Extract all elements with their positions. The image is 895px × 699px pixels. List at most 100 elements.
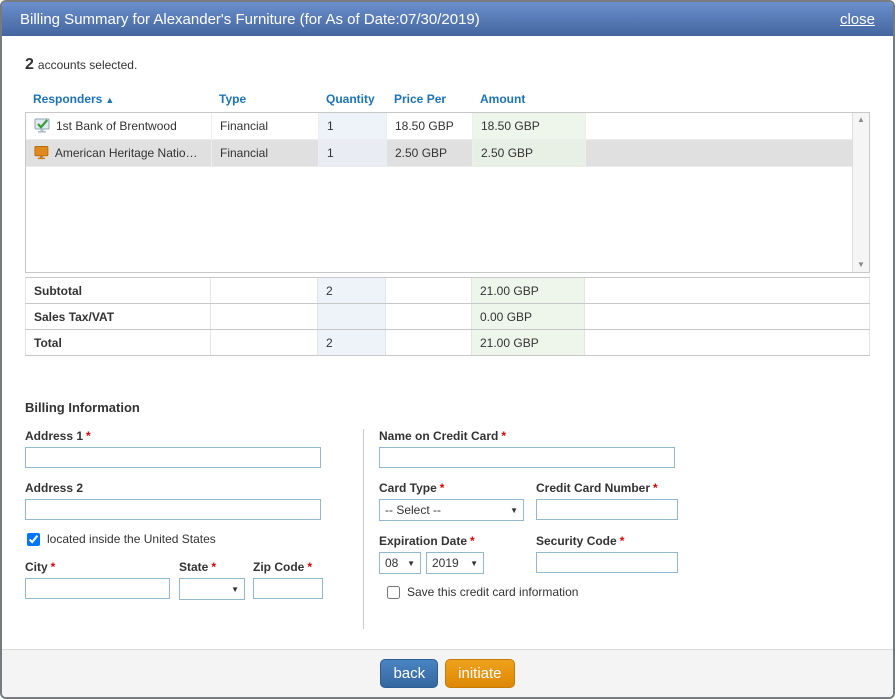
total-row: Total 2 21.00 GBP — [25, 330, 870, 356]
responder-name: American Heritage National ... — [55, 146, 203, 160]
card-type-select[interactable]: -- Select -- ▼ — [379, 499, 524, 521]
table-row[interactable]: 1st Bank of Brentwood Financial 1 18.50 … — [26, 113, 869, 140]
responder-name: 1st Bank of Brentwood — [56, 119, 177, 133]
chevron-down-icon: ▼ — [231, 585, 239, 594]
card-type-number-row: Card Type* -- Select -- ▼ Credit Card Nu… — [379, 481, 870, 521]
save-card-row: Save this credit card information — [385, 585, 870, 599]
chevron-down-icon: ▼ — [510, 506, 518, 515]
column-type[interactable]: Type — [211, 88, 318, 112]
table-scroll-area: 1st Bank of Brentwood Financial 1 18.50 … — [25, 112, 870, 273]
dialog-title: Billing Summary for Alexander's Furnitur… — [20, 11, 480, 28]
zip-label: Zip Code* — [253, 560, 323, 574]
scroll-down-icon[interactable]: ▼ — [857, 261, 865, 269]
total-amount: 21.00 GBP — [472, 330, 585, 355]
us-checkbox-row: located inside the United States — [25, 532, 343, 546]
empty-cell — [386, 278, 472, 303]
billing-summary-dialog: Billing Summary for Alexander's Furnitur… — [0, 0, 895, 699]
amount-cell: 2.50 GBP — [473, 140, 586, 166]
column-price-per[interactable]: Price Per — [386, 88, 472, 112]
sales-tax-quantity — [318, 304, 386, 329]
empty-cell — [211, 304, 318, 329]
empty-cell — [211, 330, 318, 355]
address1-input[interactable] — [25, 447, 321, 468]
responders-table: Responders▲ Type Quantity Price Per Amou… — [25, 88, 870, 356]
city-input[interactable] — [25, 578, 170, 599]
billing-form: Address 1* Address 2 located inside the … — [25, 429, 870, 629]
close-link[interactable]: close — [840, 11, 875, 28]
address2-input[interactable] — [25, 499, 321, 520]
required-asterisk: * — [440, 481, 445, 495]
state-select[interactable]: ▼ — [179, 578, 245, 600]
empty-cell — [585, 330, 870, 355]
state-label: State* — [179, 560, 245, 574]
empty-cell — [211, 278, 318, 303]
subtotal-label: Subtotal — [25, 278, 211, 303]
chevron-down-icon: ▼ — [407, 559, 415, 568]
save-card-label: Save this credit card information — [407, 585, 578, 599]
required-asterisk: * — [501, 429, 506, 443]
chevron-down-icon: ▼ — [470, 559, 478, 568]
accounts-selected-line: 2 accounts selected. — [25, 56, 870, 74]
card-number-label: Credit Card Number* — [536, 481, 678, 495]
address1-label: Address 1* — [25, 429, 343, 443]
required-asterisk: * — [211, 560, 216, 574]
back-button[interactable]: back — [380, 659, 438, 688]
name-on-card-label: Name on Credit Card* — [379, 429, 870, 443]
quantity-cell: 1 — [319, 140, 387, 166]
empty-cell — [585, 278, 870, 303]
in-network-icon — [34, 118, 50, 134]
dialog-body: 2 accounts selected. Responders▲ Type Qua… — [2, 36, 893, 649]
column-filler — [585, 88, 870, 112]
accounts-count: 2 — [25, 56, 34, 73]
subtotal-amount: 21.00 GBP — [472, 278, 585, 303]
sales-tax-row: Sales Tax/VAT 0.00 GBP — [25, 304, 870, 330]
dialog-footer: back initiate — [2, 649, 893, 697]
expiration-security-row: Expiration Date* 08 ▼ 2019 ▼ — [379, 534, 870, 574]
save-card-checkbox[interactable] — [387, 586, 400, 599]
empty-cell — [585, 304, 870, 329]
responder-cell: 1st Bank of Brentwood — [26, 113, 212, 139]
security-code-input[interactable] — [536, 552, 678, 573]
quantity-cell: 1 — [319, 113, 387, 139]
us-checkbox-label: located inside the United States — [47, 532, 216, 546]
dialog-titlebar: Billing Summary for Alexander's Furnitur… — [2, 2, 893, 36]
expiration-label: Expiration Date* — [379, 534, 524, 548]
expiration-year-select[interactable]: 2019 ▼ — [426, 552, 484, 574]
us-checkbox[interactable] — [27, 533, 40, 546]
table-row[interactable]: American Heritage National ... Financial… — [26, 140, 869, 167]
responder-cell: American Heritage National ... — [26, 140, 212, 166]
type-cell: Financial — [212, 140, 319, 166]
total-label: Total — [25, 330, 211, 355]
city-label: City* — [25, 560, 170, 574]
required-asterisk: * — [307, 560, 312, 574]
billing-form-right: Name on Credit Card* Card Type* -- Selec… — [363, 429, 870, 629]
amount-cell: 18.50 GBP — [473, 113, 586, 139]
required-asterisk: * — [86, 429, 91, 443]
empty-cell — [386, 304, 472, 329]
city-state-zip-row: City* State* ▼ — [25, 560, 343, 600]
out-of-network-icon — [34, 145, 49, 161]
column-quantity[interactable]: Quantity — [318, 88, 386, 112]
scroll-up-icon[interactable]: ▲ — [857, 116, 865, 124]
expiration-month-select[interactable]: 08 ▼ — [379, 552, 421, 574]
security-code-label: Security Code* — [536, 534, 678, 548]
name-on-card-input[interactable] — [379, 447, 675, 468]
card-number-input[interactable] — [536, 499, 678, 520]
column-responders[interactable]: Responders▲ — [25, 88, 211, 112]
required-asterisk: * — [653, 481, 658, 495]
table-header-row: Responders▲ Type Quantity Price Per Amou… — [25, 88, 870, 112]
sales-tax-amount: 0.00 GBP — [472, 304, 585, 329]
vertical-scrollbar[interactable]: ▲ ▼ — [852, 113, 869, 272]
price-per-cell: 2.50 GBP — [387, 140, 473, 166]
column-amount[interactable]: Amount — [472, 88, 585, 112]
subtotal-row: Subtotal 2 21.00 GBP — [25, 278, 870, 304]
type-cell: Financial — [212, 113, 319, 139]
filler-cell — [586, 140, 869, 166]
initiate-button[interactable]: initiate — [445, 659, 514, 688]
filler-cell — [586, 113, 869, 139]
subtotal-quantity: 2 — [318, 278, 386, 303]
required-asterisk: * — [470, 534, 475, 548]
address2-label: Address 2 — [25, 481, 343, 495]
zip-input[interactable] — [253, 578, 323, 599]
accounts-suffix: accounts selected. — [38, 58, 137, 72]
